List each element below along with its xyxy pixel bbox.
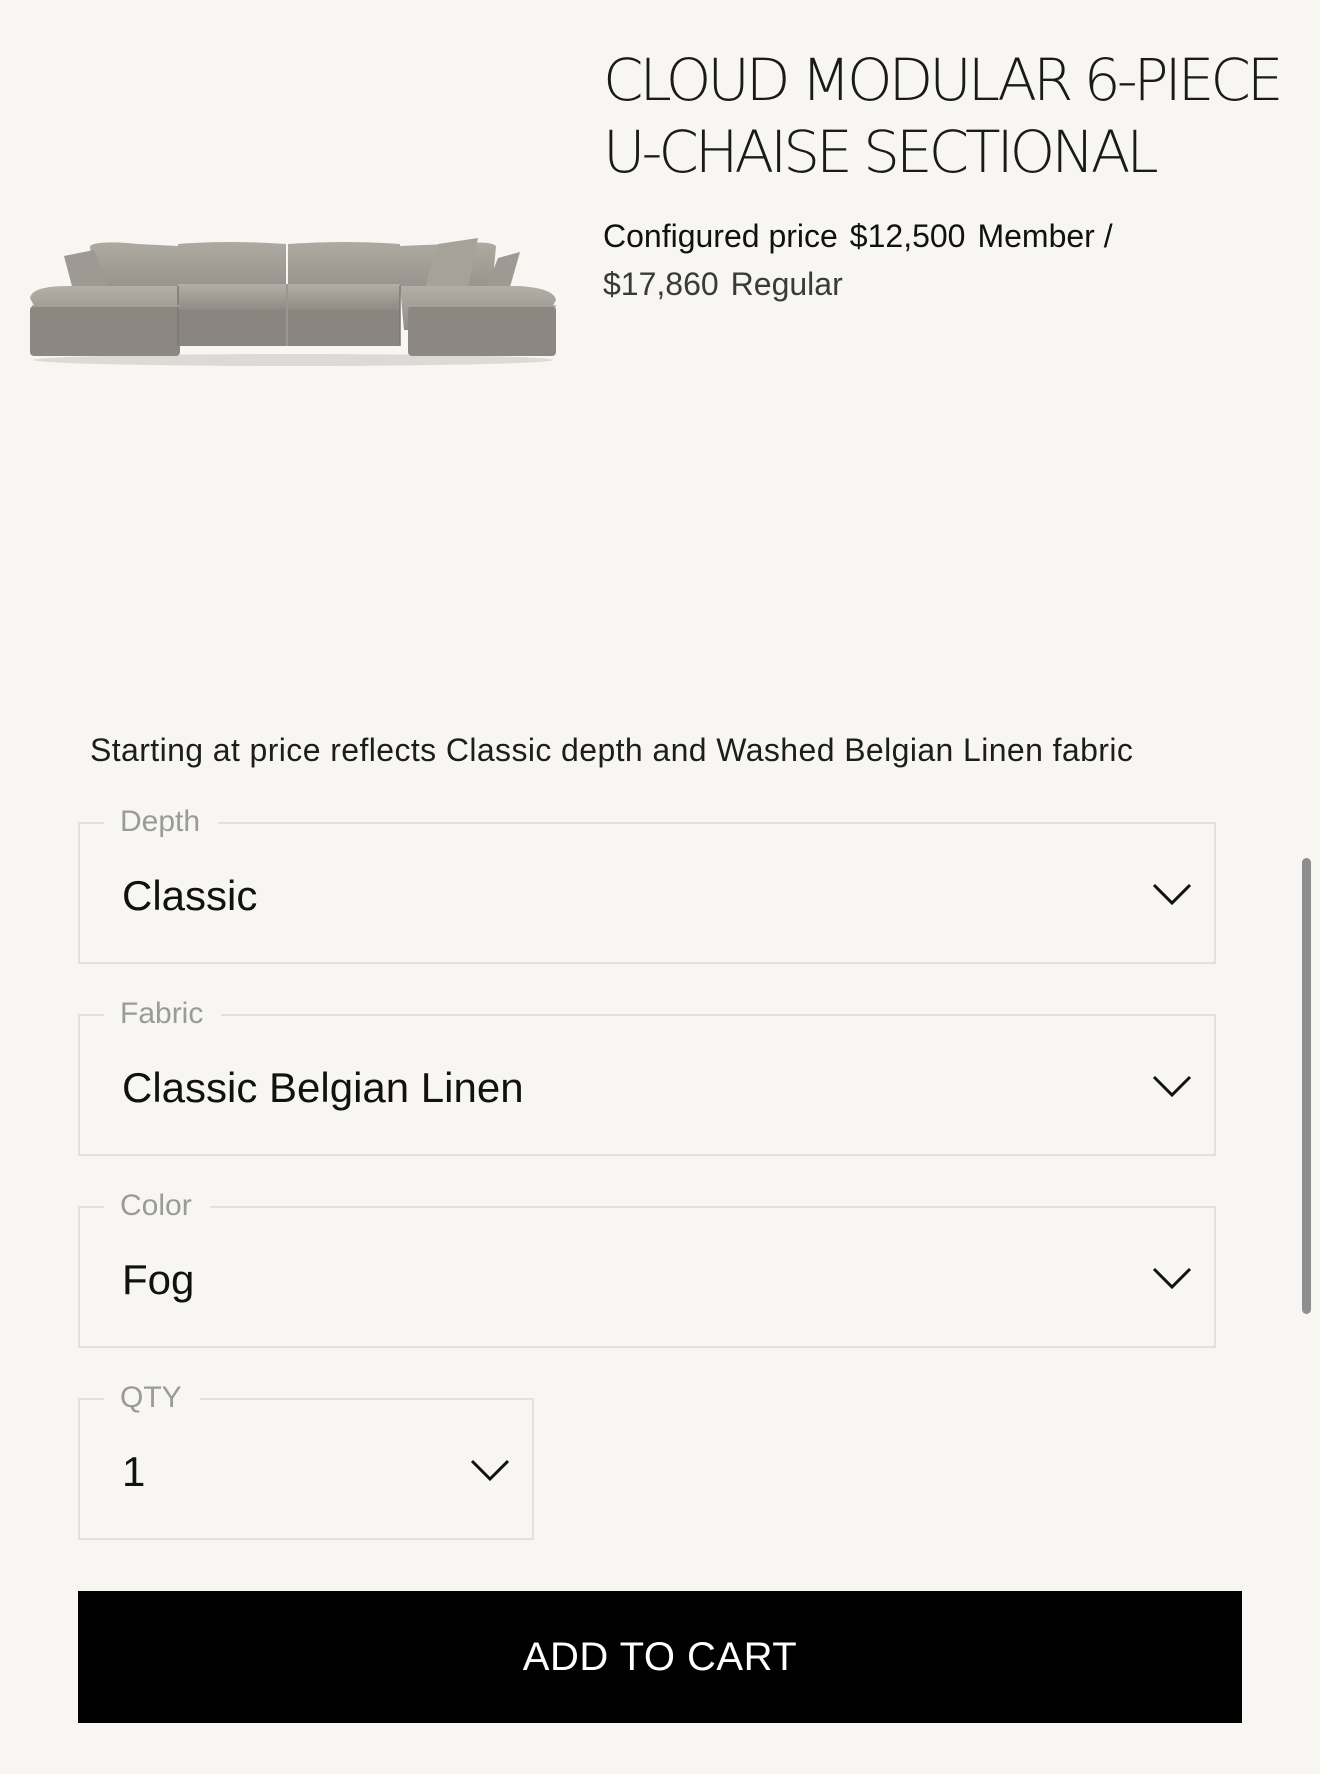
product-image[interactable]	[28, 236, 558, 366]
fabric-select[interactable]: Fabric Classic Belgian Linen	[78, 994, 1216, 1156]
product-title: CLOUD MODULAR 6-PIECE U-CHAISE SECTIONAL	[603, 44, 1284, 188]
scrollbar-thumb[interactable]	[1302, 858, 1311, 1314]
regular-price: $17,860	[603, 266, 719, 302]
quantity-value: 1	[122, 1448, 146, 1495]
quantity-label: QTY	[104, 1378, 200, 1418]
color-value: Fog	[122, 1256, 195, 1303]
depth-value: Classic	[122, 872, 258, 919]
quantity-select[interactable]: QTY 1	[78, 1378, 534, 1540]
member-price: $12,500	[849, 218, 966, 254]
product-title-line-2: U-CHAISE SECTIONAL	[603, 118, 1159, 186]
regular-price-line: $17,860 Regular	[603, 264, 843, 304]
add-to-cart-button[interactable]: ADD TO CART	[78, 1591, 1242, 1723]
color-label: Color	[104, 1186, 210, 1226]
product-title-line-1: CLOUD MODULAR 6-PIECE	[603, 46, 1284, 114]
fabric-label: Fabric	[104, 994, 222, 1034]
chevron-down-icon	[1152, 883, 1192, 906]
member-label: Member /	[977, 218, 1113, 254]
regular-label: Regular	[730, 266, 843, 302]
configured-price-label: Configured price	[603, 218, 838, 254]
starting-price-note: Starting at price reflects Classic depth…	[90, 732, 1134, 768]
color-select[interactable]: Color Fog	[78, 1186, 1216, 1348]
chevron-down-icon	[1152, 1267, 1192, 1290]
depth-select[interactable]: Depth Classic	[78, 802, 1216, 964]
fabric-value: Classic Belgian Linen	[122, 1064, 524, 1111]
member-price-line: Configured price $12,500 Member /	[603, 216, 1113, 256]
sofa-image	[30, 238, 556, 366]
depth-label: Depth	[104, 802, 219, 842]
chevron-down-icon	[470, 1459, 510, 1482]
chevron-down-icon	[1152, 1075, 1192, 1098]
